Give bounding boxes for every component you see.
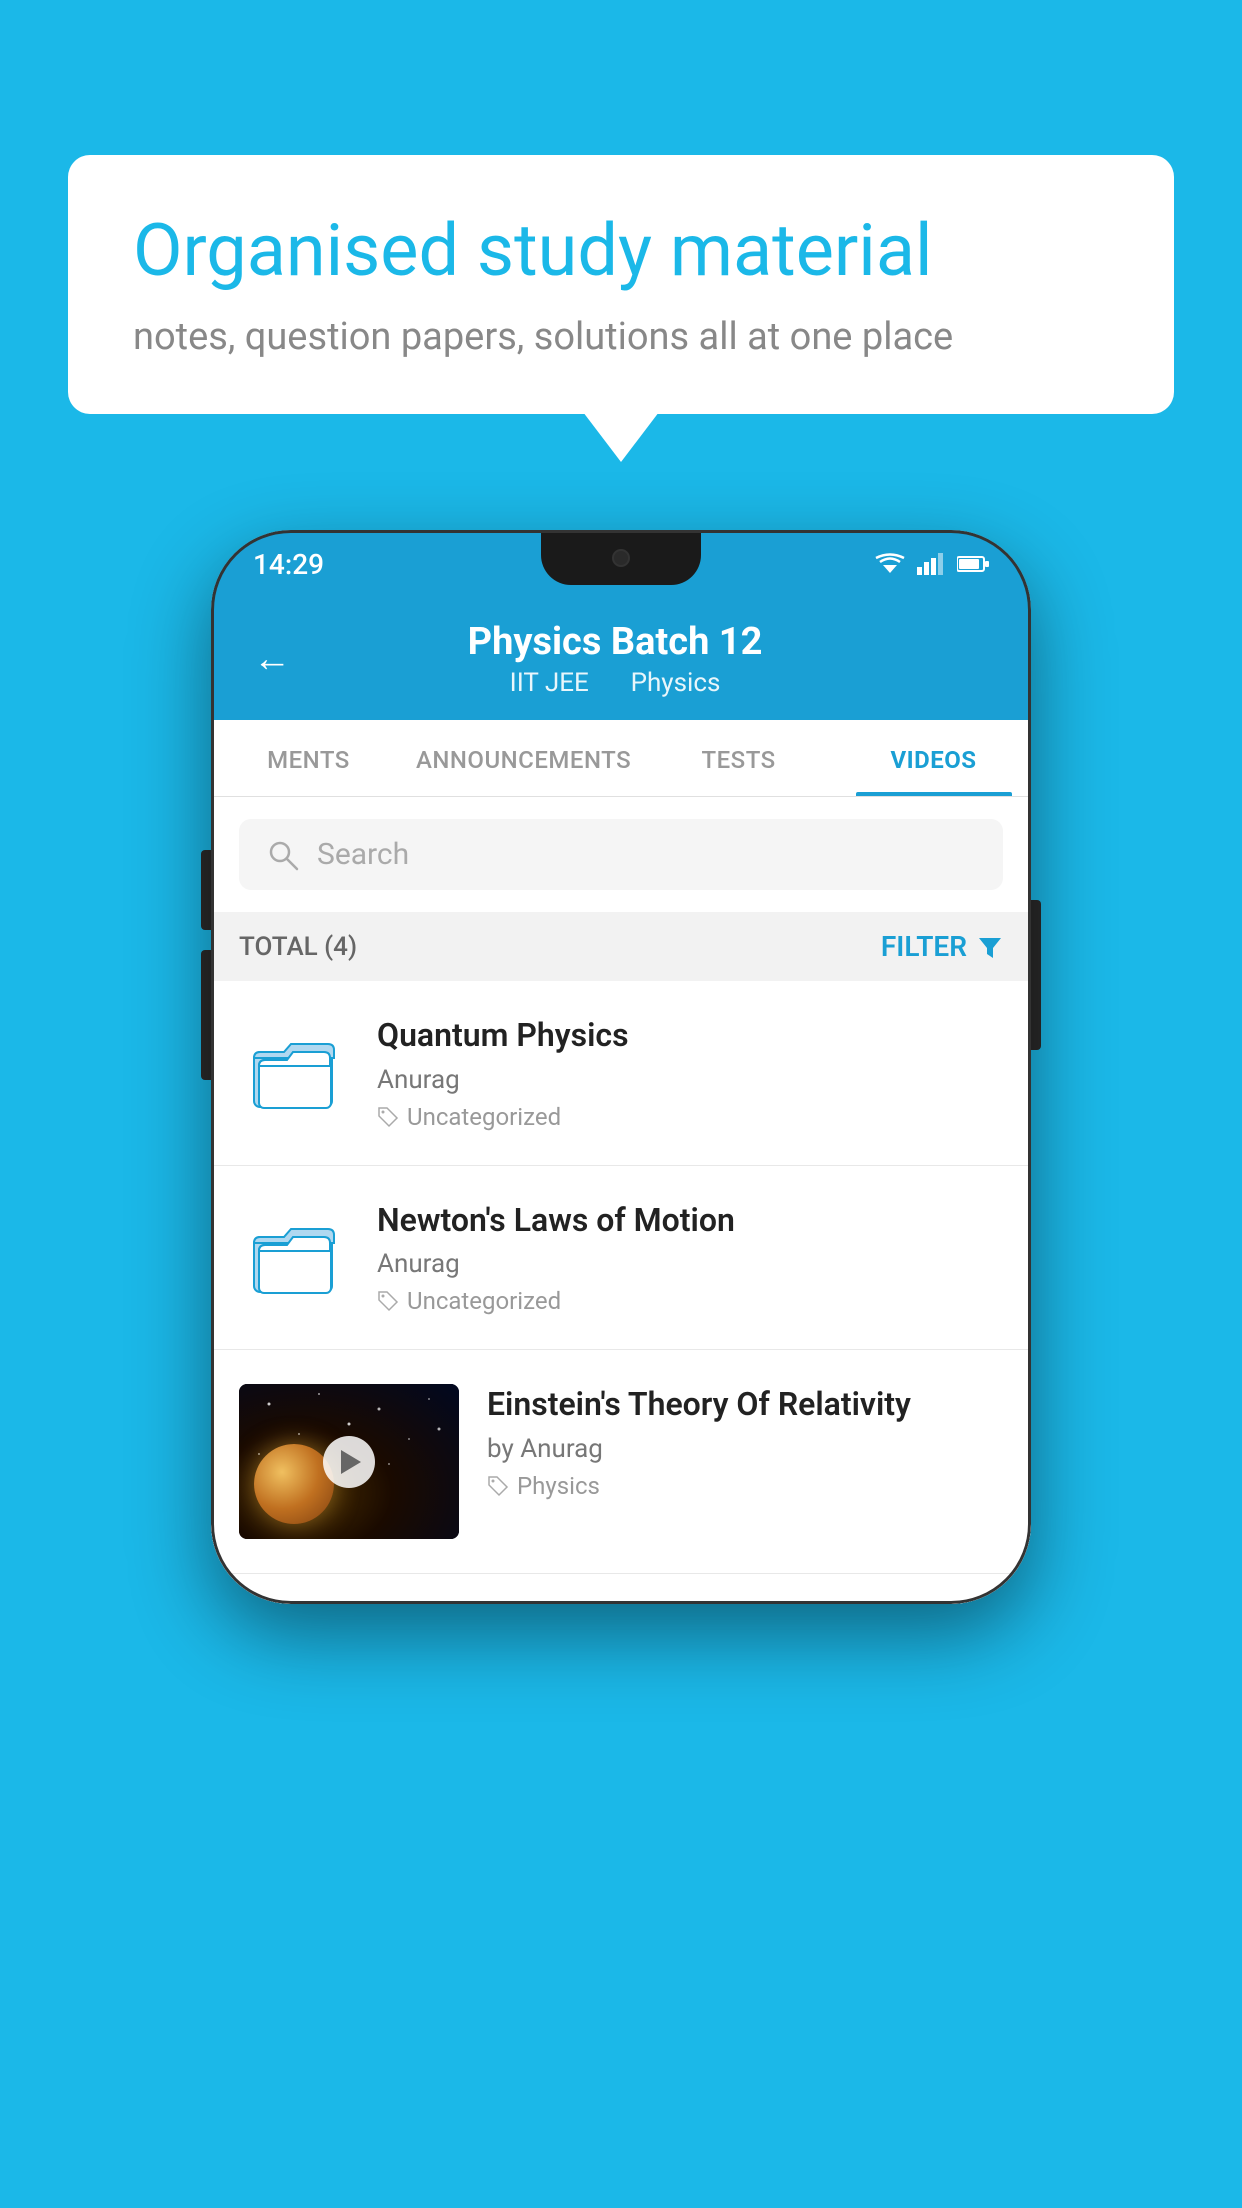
batch-subtitle: IIT JEE Physics (321, 668, 909, 698)
search-container: Search (211, 797, 1031, 912)
tab-ments[interactable]: MENTS (211, 720, 406, 796)
tab-videos[interactable]: VIDEOS (836, 720, 1031, 796)
batch-title: Physics Batch 12 (321, 620, 909, 664)
folder-icon-quantum (249, 1025, 339, 1115)
quantum-tag: Uncategorized (377, 1103, 1003, 1131)
einstein-title: Einstein's Theory Of Relativity (487, 1384, 1003, 1426)
einstein-tag: Physics (487, 1472, 1003, 1500)
signal-icon (917, 553, 945, 575)
folder-icon-newton (249, 1210, 339, 1300)
tab-bar: MENTS ANNOUNCEMENTS TESTS VIDEOS (211, 720, 1031, 797)
newton-info: Newton's Laws of Motion Anurag Uncategor… (377, 1200, 1003, 1316)
volume-up-button (201, 850, 211, 930)
quantum-author: Anurag (377, 1065, 1003, 1095)
planet (254, 1444, 334, 1524)
tag-icon-newton (377, 1290, 399, 1312)
tag-icon-quantum (377, 1106, 399, 1128)
filter-button[interactable]: FILTER (881, 930, 1003, 963)
tag-icon-einstein (487, 1475, 509, 1497)
subtitle-part2: Physics (631, 668, 721, 698)
search-bar[interactable]: Search (239, 819, 1003, 890)
screen-bottom-spacer (211, 1574, 1031, 1604)
newton-title: Newton's Laws of Motion (377, 1200, 1003, 1242)
filter-icon (977, 934, 1003, 960)
einstein-author: by Anurag (487, 1434, 1003, 1464)
bubble-title: Organised study material (133, 210, 1109, 293)
battery-icon (957, 555, 989, 573)
app-header: ← Physics Batch 12 IIT JEE Physics (211, 598, 1031, 720)
video-item-newton[interactable]: Newton's Laws of Motion Anurag Uncategor… (211, 1166, 1031, 1351)
play-triangle-icon (341, 1450, 361, 1474)
phone: 14:29 (211, 530, 1031, 1604)
notch (541, 530, 701, 585)
filter-row: TOTAL (4) FILTER (211, 912, 1031, 981)
video-item-einstein[interactable]: Einstein's Theory Of Relativity by Anura… (211, 1350, 1031, 1574)
phone-wrapper: 14:29 (211, 530, 1031, 1604)
speech-bubble: Organised study material notes, question… (68, 155, 1174, 414)
einstein-info: Einstein's Theory Of Relativity by Anura… (487, 1384, 1003, 1500)
quantum-info: Quantum Physics Anurag Uncategorized (377, 1015, 1003, 1131)
speech-bubble-container: Organised study material notes, question… (68, 155, 1174, 414)
einstein-thumbnail (239, 1384, 459, 1539)
tab-announcements[interactable]: ANNOUNCEMENTS (406, 720, 641, 796)
quantum-thumb (239, 1015, 349, 1125)
status-time: 14:29 (253, 548, 324, 581)
subtitle-part1: IIT JEE (510, 668, 589, 698)
bubble-subtitle: notes, question papers, solutions all at… (133, 315, 1109, 359)
quantum-title: Quantum Physics (377, 1015, 1003, 1057)
newton-tag: Uncategorized (377, 1287, 1003, 1315)
total-count: TOTAL (4) (239, 932, 357, 962)
status-icons (875, 553, 989, 575)
wifi-icon (875, 553, 905, 575)
header-title-block: Physics Batch 12 IIT JEE Physics (321, 620, 909, 698)
newton-author: Anurag (377, 1249, 1003, 1279)
camera (612, 549, 630, 567)
power-button (1031, 900, 1041, 1050)
tab-tests[interactable]: TESTS (641, 720, 836, 796)
content-area: Quantum Physics Anurag Uncategorized (211, 981, 1031, 1574)
play-button[interactable] (323, 1436, 375, 1488)
volume-down-button (201, 950, 211, 1080)
search-icon (267, 839, 299, 871)
status-bar: 14:29 (211, 530, 1031, 598)
search-placeholder: Search (317, 837, 409, 872)
phone-screen: 14:29 (211, 530, 1031, 1604)
newton-thumb (239, 1200, 349, 1310)
video-item-quantum[interactable]: Quantum Physics Anurag Uncategorized (211, 981, 1031, 1166)
back-button[interactable]: ← (253, 637, 291, 681)
